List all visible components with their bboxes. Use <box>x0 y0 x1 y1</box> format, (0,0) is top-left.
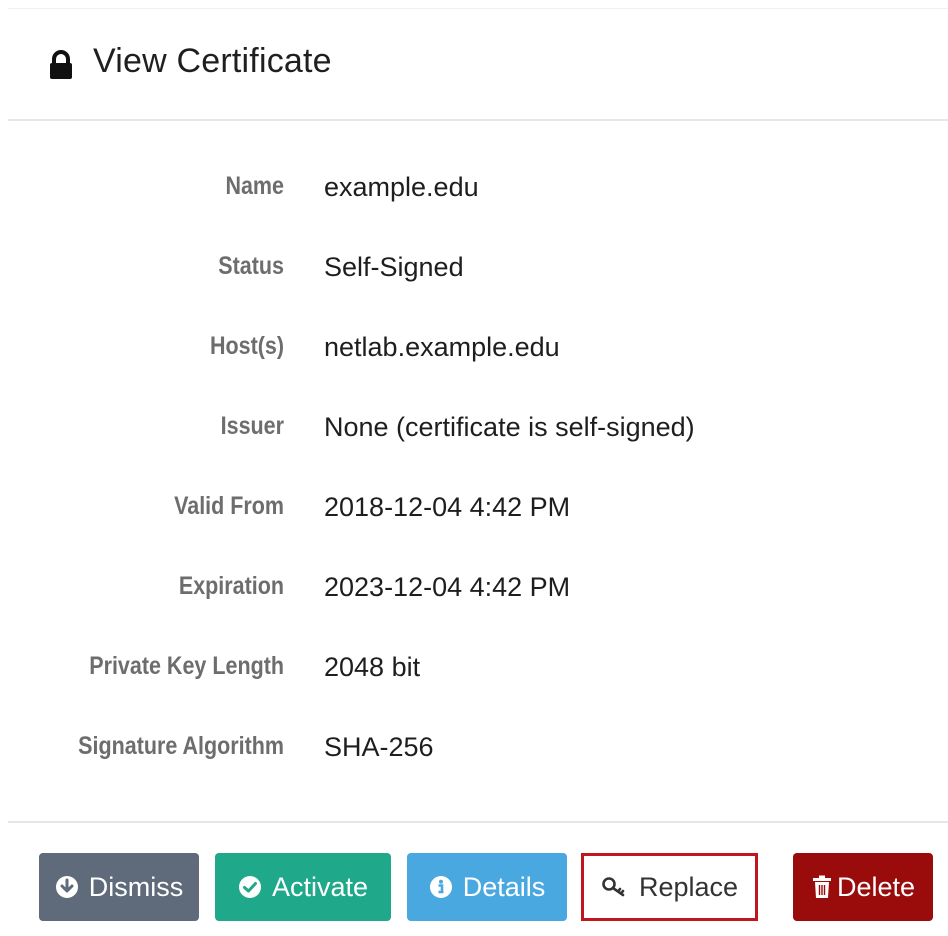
detail-row-name: Name example.edu <box>0 150 948 230</box>
info-circle-icon <box>429 876 452 898</box>
page-title: View Certificate <box>93 42 332 80</box>
divider <box>8 119 948 121</box>
arrow-down-circle-icon <box>55 876 78 898</box>
activate-label: Activate <box>271 871 369 902</box>
delete-label: Delete <box>836 871 916 902</box>
detail-value: 2018-12-04 4:42 PM <box>324 492 571 522</box>
detail-label: Private Key Length <box>89 652 284 680</box>
detail-value: SHA-256 <box>324 732 434 762</box>
certificate-details: Name example.edu Status Self-Signed Host… <box>0 150 948 790</box>
activate-button[interactable]: Activate <box>215 853 391 921</box>
delete-button[interactable]: Delete <box>793 853 933 921</box>
detail-label: Expiration <box>178 572 284 600</box>
details-button[interactable]: Details <box>407 853 567 921</box>
detail-row-expiration: Expiration 2023-12-04 4:42 PM <box>0 550 948 630</box>
dismiss-button[interactable]: Dismiss <box>39 853 199 921</box>
panel-header: View Certificate <box>0 10 948 119</box>
detail-label: Name <box>225 172 284 200</box>
detail-value: example.edu <box>324 172 479 202</box>
detail-row-key-length: Private Key Length 2048 bit <box>0 630 948 710</box>
detail-value: netlab.example.edu <box>324 332 560 362</box>
detail-row-issuer: Issuer None (certificate is self-signed) <box>0 390 948 470</box>
divider <box>8 821 948 823</box>
check-circle-icon <box>238 876 261 898</box>
detail-row-valid-from: Valid From 2018-12-04 4:42 PM <box>0 470 948 550</box>
replace-label: Replace <box>638 871 739 902</box>
detail-row-status: Status Self-Signed <box>0 230 948 310</box>
detail-value: Self-Signed <box>324 252 464 282</box>
top-border <box>8 8 948 9</box>
detail-row-signature-algorithm: Signature Algorithm SHA-256 <box>0 710 948 790</box>
detail-row-hosts: Host(s) netlab.example.edu <box>0 310 948 390</box>
detail-label: Signature Algorithm <box>78 732 284 760</box>
dismiss-label: Dismiss <box>88 871 184 902</box>
detail-value: 2023-12-04 4:42 PM <box>324 572 571 602</box>
lock-icon <box>50 50 72 79</box>
detail-value: 2048 bit <box>324 652 421 682</box>
detail-label: Valid From <box>174 492 284 520</box>
detail-label: Issuer <box>220 412 284 440</box>
replace-button[interactable]: Replace <box>581 853 758 921</box>
view-certificate-panel: View Certificate Name example.edu Status… <box>0 0 948 936</box>
detail-label: Status <box>218 252 284 280</box>
detail-value: None (certificate is self-signed) <box>324 412 695 442</box>
details-label: Details <box>462 871 546 902</box>
trash-icon <box>812 875 831 898</box>
detail-label: Host(s) <box>209 332 284 360</box>
key-icon <box>602 877 625 897</box>
